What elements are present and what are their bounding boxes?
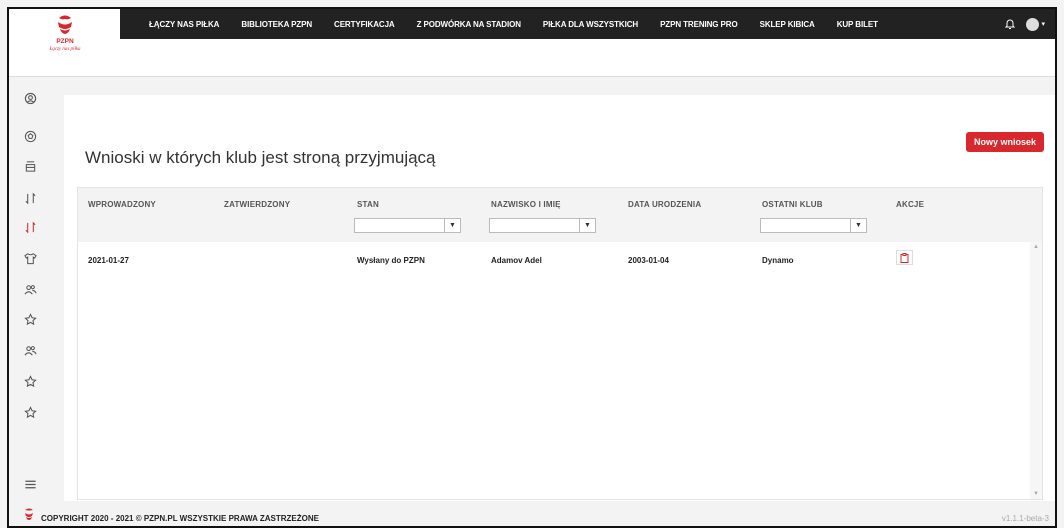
nav-item-z-podworka[interactable]: Z PODWÓRKA NA STADION: [406, 20, 532, 29]
sort-arrows-icon[interactable]: [23, 191, 37, 205]
nav-item-kup-bilet[interactable]: KUP BILET: [826, 20, 889, 29]
main-nav: ŁĄCZY NAS PIŁKA BIBLIOTEKA PZPN CERTYFIK…: [120, 9, 889, 39]
scroll-up-icon[interactable]: ▲: [1033, 244, 1039, 250]
column-header-nazwisko[interactable]: NAZWISKO I IMIĘ: [491, 200, 561, 209]
footer: COPYRIGHT 2020 - 2021 © PZPN.PL WSZYSTKI…: [9, 505, 1055, 526]
filter-nazwisko: ▼: [489, 218, 596, 233]
logo-area[interactable]: PZPN Łączy nas piłka: [9, 9, 120, 77]
star-icon[interactable]: [23, 312, 37, 326]
sort-arrows-active-icon[interactable]: [23, 220, 37, 234]
content-card: Wnioski w których klub jest stroną przyj…: [64, 95, 1055, 501]
table-header: WPROWADZONY ZATWIERDZONY STAN NAZWISKO I…: [78, 188, 1042, 242]
brand-name: PZPN: [56, 38, 74, 45]
filter-icon[interactable]: ▼: [580, 218, 596, 233]
clipboard-icon[interactable]: [896, 250, 913, 265]
shirt-icon[interactable]: [23, 251, 37, 265]
cell-data-urodzenia: 2003-01-04: [628, 256, 669, 265]
chevron-down-icon[interactable]: ▾: [1041, 20, 1045, 28]
sidebar: [9, 77, 51, 526]
inbox-icon[interactable]: [23, 159, 37, 173]
nav-item-trening-pro[interactable]: PZPN TRENING PRO: [649, 20, 749, 29]
column-header-zatwierdzony[interactable]: ZATWIERDZONY: [224, 200, 290, 209]
cell-ostatni-klub: Dynamo: [762, 256, 794, 265]
version-label: v1.1.1-beta-3: [1001, 514, 1049, 523]
top-nav-bar: ŁĄCZY NAS PIŁKA BIBLIOTEKA PZPN CERTYFIK…: [120, 9, 1055, 39]
filter-icon[interactable]: ▼: [851, 218, 867, 233]
bell-icon[interactable]: [1004, 18, 1016, 30]
new-application-button[interactable]: Nowy wniosek: [965, 132, 1044, 152]
user-circle-icon[interactable]: [23, 91, 37, 105]
pzpn-logo[interactable]: PZPN Łączy nas piłka: [9, 9, 120, 77]
user-menu[interactable]: ▾: [1026, 17, 1045, 31]
column-header-data-urodzenia[interactable]: DATA URODZENIA: [628, 200, 701, 209]
menu-icon[interactable]: [23, 477, 37, 491]
applications-table: WPROWADZONY ZATWIERDZONY STAN NAZWISKO I…: [77, 187, 1043, 500]
football-icon[interactable]: [23, 129, 37, 143]
cell-nazwisko: Adamov Adel: [491, 256, 542, 265]
app-frame: PZPN Łączy nas piłka ŁĄCZY NAS PIŁKA BIB…: [7, 7, 1057, 528]
filter-stan-input[interactable]: [354, 218, 445, 233]
nav-item-sklep-kibica[interactable]: SKLEP KIBICA: [749, 20, 826, 29]
filter-stan: ▼: [354, 218, 461, 233]
table-scrollbar[interactable]: ▲ ▼: [1030, 242, 1042, 499]
topbar-actions: ▾: [1004, 17, 1055, 31]
column-header-wprowadzony[interactable]: WPROWADZONY: [88, 200, 156, 209]
brand-tagline: Łączy nas piłka: [48, 47, 81, 52]
page-title: Wnioski w których klub jest stroną przyj…: [85, 148, 436, 167]
column-header-akcje: AKCJE: [896, 200, 925, 209]
copyright-text: COPYRIGHT 2020 - 2021 © PZPN.PL WSZYSTKI…: [41, 514, 319, 523]
nav-item-pilka-dla-wszystkich[interactable]: PIŁKA DLA WSZYSTKICH: [532, 20, 649, 29]
filter-klub: ▼: [760, 218, 867, 233]
star-icon[interactable]: [23, 405, 37, 419]
filter-icon[interactable]: ▼: [445, 218, 461, 233]
nav-item-laczy-nas-pilka[interactable]: ŁĄCZY NAS PIŁKA: [138, 20, 230, 29]
sub-header: [120, 39, 1055, 77]
users-icon[interactable]: [23, 282, 37, 296]
table-row[interactable]: 2021-01-27 Wysłany do PZPN Adamov Adel 2…: [78, 242, 1030, 274]
users-icon[interactable]: [23, 343, 37, 357]
column-header-stan[interactable]: STAN: [357, 200, 379, 209]
cell-wprowadzony: 2021-01-27: [88, 256, 129, 265]
scroll-down-icon[interactable]: ▼: [1033, 491, 1039, 497]
star-icon[interactable]: [23, 374, 37, 388]
cell-stan: Wysłany do PZPN: [357, 256, 425, 265]
column-header-ostatni-klub[interactable]: OSTATNI KLUB: [762, 200, 823, 209]
nav-item-certyfikacja[interactable]: CERTYFIKACJA: [323, 20, 406, 29]
avatar[interactable]: [1026, 17, 1040, 31]
filter-nazwisko-input[interactable]: [489, 218, 580, 233]
nav-item-biblioteka[interactable]: BIBLIOTEKA PZPN: [230, 20, 323, 29]
pzpn-logo-small: [25, 508, 33, 520]
filter-klub-input[interactable]: [760, 218, 851, 233]
